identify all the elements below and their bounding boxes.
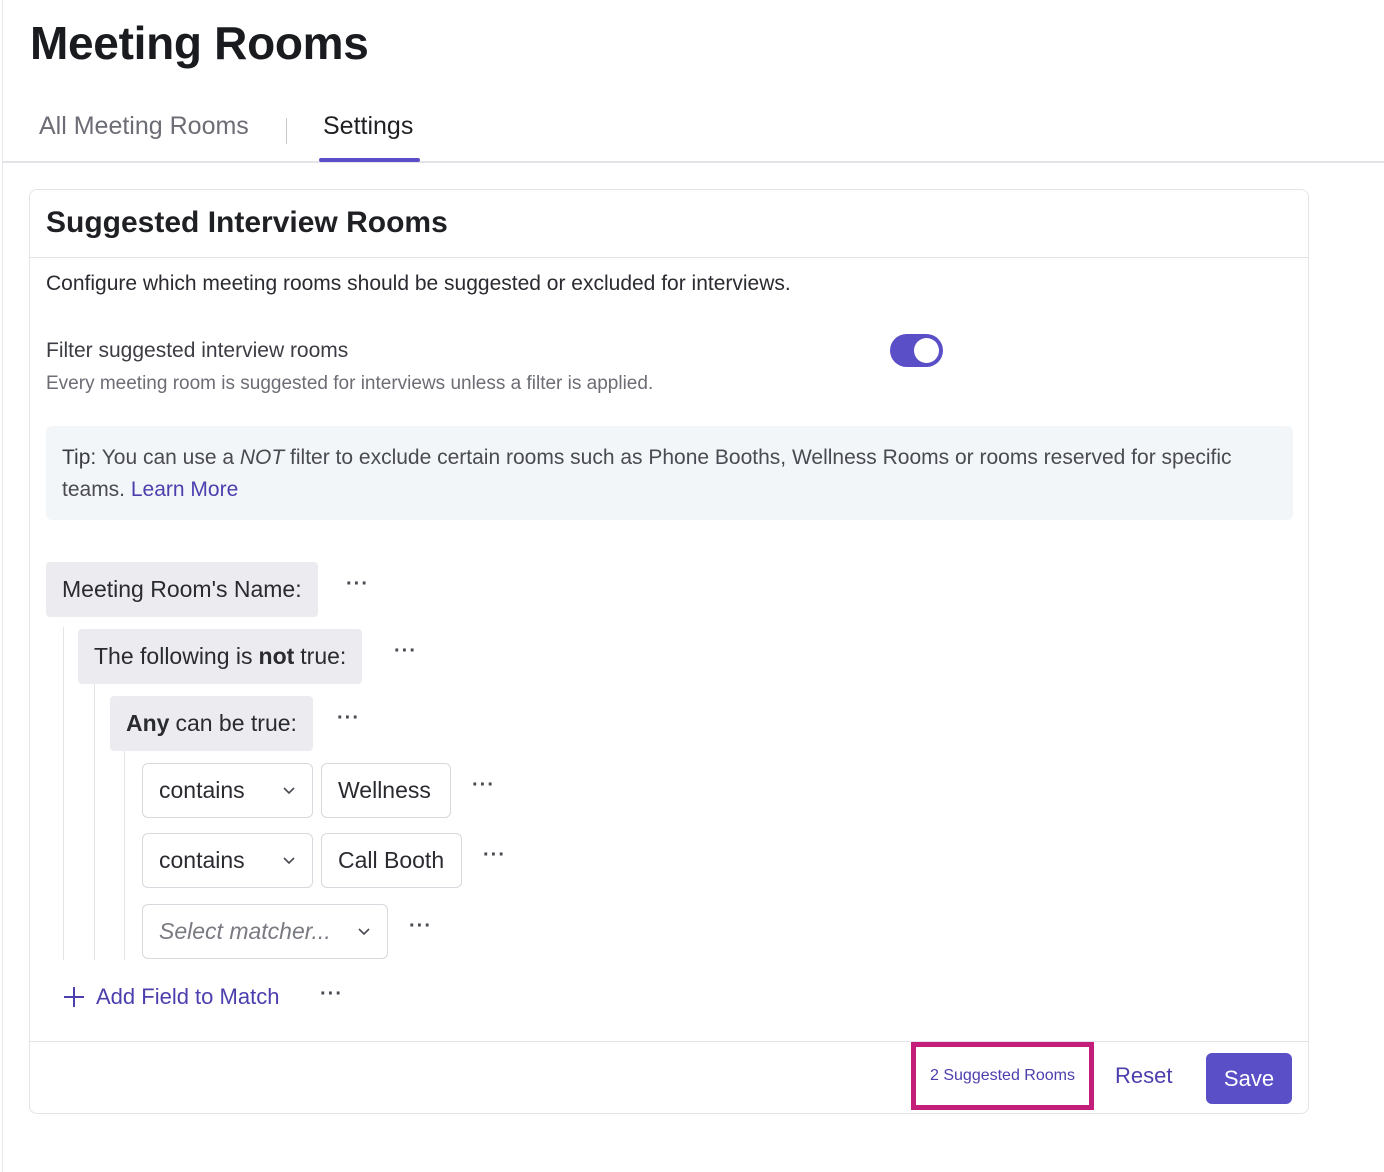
left-divider (2, 0, 3, 1172)
matcher-select-2-value: contains (159, 847, 245, 873)
not-group-before: The following is (94, 643, 253, 669)
matcher-select-1-value: contains (159, 777, 245, 803)
tip-prefix: Tip: (62, 446, 97, 469)
card-title: Suggested Interview Rooms (46, 206, 448, 239)
save-button[interactable]: Save (1206, 1053, 1292, 1104)
tab-separator (286, 118, 287, 144)
tree-line-level-3 (124, 751, 125, 960)
add-field-to-match-button[interactable]: Add Field to Match (64, 984, 279, 1010)
tab-settings[interactable]: Settings (323, 112, 413, 141)
tree-line-level-2 (94, 684, 95, 960)
any-group-bold: Any (126, 710, 170, 736)
condition-value-2-text: Call Booth (338, 847, 445, 873)
card-description: Configure which meeting rooms should be … (46, 272, 791, 295)
card-header: Suggested Interview Rooms (30, 190, 1308, 258)
filter-sublabel: Every meeting room is suggested for inte… (46, 373, 654, 394)
suggested-rooms-count-button[interactable]: 2 Suggested Rooms (911, 1042, 1094, 1110)
not-group-bold: not (258, 643, 295, 669)
tab-bar: All Meeting Rooms Settings (3, 100, 1384, 163)
field-more-icon[interactable]: ··· (346, 573, 369, 596)
toggle-knob (914, 338, 939, 363)
condition-2-more-icon[interactable]: ··· (483, 844, 506, 867)
matcher-select-1[interactable]: contains (142, 763, 313, 818)
tip-emphasis: NOT (239, 446, 285, 469)
not-group-chip[interactable]: The following is not true: (78, 629, 363, 684)
add-field-label: Add Field to Match (96, 984, 280, 1009)
condition-value-1[interactable]: Wellness (321, 763, 451, 818)
any-group-after: can be true: (175, 710, 297, 736)
plus-icon (64, 987, 84, 1007)
tree-line-level-1 (63, 627, 64, 960)
page: Meeting Rooms All Meeting Rooms Settings… (0, 0, 1384, 1172)
any-group-chip[interactable]: Any can be true: (110, 696, 313, 751)
new-matcher-placeholder: Select matcher... (159, 918, 331, 944)
field-chip-label: Meeting Room's Name: (62, 576, 302, 602)
field-chip-meeting-room-name[interactable]: Meeting Room's Name: (46, 562, 318, 617)
new-matcher-select[interactable]: Select matcher... (142, 904, 388, 959)
new-matcher-more-icon[interactable]: ··· (409, 915, 432, 938)
learn-more-link[interactable]: Learn More (131, 478, 238, 501)
suggested-interview-rooms-card: Suggested Interview Rooms Configure whic… (29, 189, 1309, 1114)
any-group-more-icon[interactable]: ··· (337, 707, 360, 730)
tip-text-before: You can use a (96, 446, 240, 469)
active-tab-indicator (319, 158, 420, 162)
reset-button[interactable]: Reset (1115, 1063, 1172, 1089)
matcher-select-2[interactable]: contains (142, 833, 313, 888)
tip-box: Tip: You can use a NOT filter to exclude… (46, 426, 1293, 520)
card-footer: 2 Suggested Rooms Reset Save (30, 1041, 1308, 1113)
add-field-more-icon[interactable]: ··· (320, 983, 343, 1006)
condition-value-2[interactable]: Call Booth (321, 833, 462, 888)
condition-value-1-text: Wellness (338, 777, 431, 803)
save-button-label: Save (1223, 1065, 1275, 1091)
filter-toggle[interactable] (890, 334, 943, 367)
condition-1-more-icon[interactable]: ··· (472, 774, 495, 797)
page-title: Meeting Rooms (30, 17, 369, 69)
chevron-down-icon (283, 787, 295, 795)
tab-all-meeting-rooms[interactable]: All Meeting Rooms (39, 112, 249, 141)
chevron-down-icon (358, 928, 370, 936)
not-group-more-icon[interactable]: ··· (394, 640, 417, 663)
not-group-after: true: (300, 643, 347, 669)
filter-label: Filter suggested interview rooms (46, 339, 349, 362)
suggested-rooms-label: 2 Suggested Rooms (930, 1067, 1075, 1084)
chevron-down-icon (283, 857, 295, 865)
